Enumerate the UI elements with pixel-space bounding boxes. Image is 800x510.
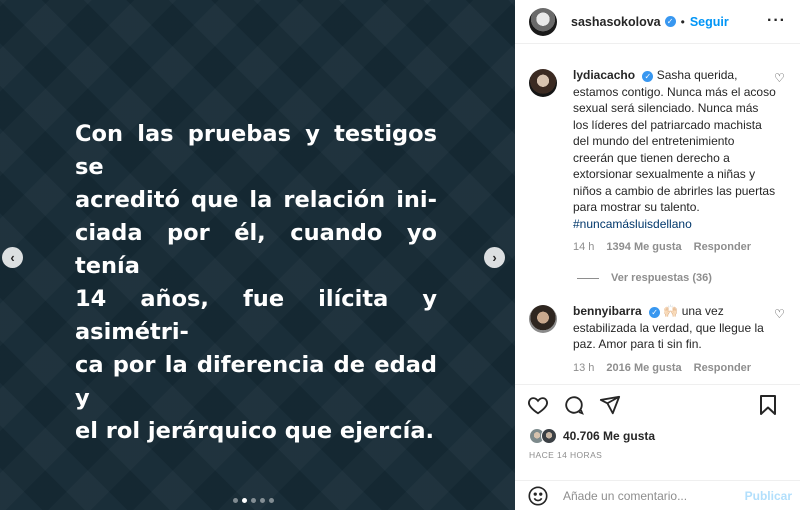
replies-divider bbox=[577, 277, 599, 279]
post-side-panel: sashasokolova ✓ • Seguir ··· lydiacacho … bbox=[515, 0, 800, 510]
post-image: Con las pruebas y testigos se acreditó q… bbox=[0, 0, 515, 510]
carousel-indicator bbox=[233, 498, 274, 503]
post-header: sashasokolova ✓ • Seguir ··· bbox=[515, 0, 800, 44]
follow-button[interactable]: Seguir bbox=[690, 15, 729, 29]
comment-composer: Publicar bbox=[515, 480, 800, 510]
carousel-dot bbox=[269, 498, 274, 503]
reply-button[interactable]: Responder bbox=[694, 362, 751, 374]
previous-slide-button[interactable]: ‹ bbox=[2, 247, 23, 268]
chevron-right-icon: › bbox=[492, 250, 497, 265]
post-text-line: ciada por él, cuando yo tenía bbox=[75, 220, 437, 279]
post-text-line: ca por la diferencia de edad y bbox=[75, 352, 437, 411]
chevron-left-icon: ‹ bbox=[10, 250, 15, 265]
likes-count[interactable]: 40.706 Me gusta bbox=[563, 429, 655, 443]
like-comment-heart-icon[interactable]: ♡ bbox=[774, 72, 786, 84]
commenter-username[interactable]: bennyibarra bbox=[573, 304, 642, 318]
comment-content: Sasha querida, estamos contigo. Nunca má… bbox=[573, 68, 776, 214]
share-paper-plane-icon[interactable] bbox=[599, 394, 621, 416]
comment-hashtag[interactable]: #nuncamásluisdellano bbox=[573, 217, 692, 231]
comment-time[interactable]: 13 h bbox=[573, 362, 594, 374]
post-quote-text: Con las pruebas y testigos se acreditó q… bbox=[75, 118, 437, 448]
carousel-dot-active bbox=[242, 498, 247, 503]
like-heart-icon[interactable] bbox=[527, 394, 549, 416]
carousel-dot bbox=[251, 498, 256, 503]
header-separator: • bbox=[680, 14, 685, 29]
liker-avatars bbox=[529, 428, 557, 444]
comment-time[interactable]: 14 h bbox=[573, 241, 594, 253]
verified-badge-icon: ✓ bbox=[642, 71, 654, 82]
comment-meta: 13 h 2016 Me gusta Responder bbox=[573, 362, 777, 374]
owner-avatar[interactable] bbox=[529, 7, 557, 36]
comment-likes[interactable]: 2016 Me gusta bbox=[606, 362, 681, 374]
comment-body: lydiacacho ✓ Sasha querida, estamos cont… bbox=[573, 67, 777, 253]
view-replies-label: Ver respuestas (36) bbox=[611, 272, 712, 284]
comment-bubble-icon[interactable] bbox=[563, 394, 585, 416]
post-actions bbox=[515, 385, 800, 425]
more-options-icon[interactable]: ··· bbox=[767, 12, 786, 30]
carousel-dot bbox=[233, 498, 238, 503]
carousel-dot bbox=[260, 498, 265, 503]
post-text-line: Con las pruebas y testigos se bbox=[75, 121, 437, 180]
post-time-ago[interactable]: HACE 14 HORAS bbox=[515, 450, 800, 460]
like-comment-heart-icon[interactable]: ♡ bbox=[774, 308, 786, 320]
commenter-username[interactable]: lydiacacho bbox=[573, 68, 635, 82]
comments-list: lydiacacho ✓ Sasha querida, estamos cont… bbox=[515, 44, 800, 385]
verified-badge-icon: ✓ bbox=[649, 307, 661, 318]
verified-badge-icon: ✓ bbox=[664, 16, 676, 27]
likes-summary[interactable]: 40.706 Me gusta bbox=[515, 425, 800, 447]
comment-body: bennyibarra ✓ 🙌🏻 una vez estabilizada la… bbox=[573, 303, 777, 374]
comment-likes[interactable]: 1394 Me gusta bbox=[606, 241, 681, 253]
comment-text: bennyibarra ✓ 🙌🏻 una vez estabilizada la… bbox=[573, 303, 777, 353]
owner-username[interactable]: sashasokolova bbox=[571, 15, 661, 29]
comment-text: lydiacacho ✓ Sasha querida, estamos cont… bbox=[573, 67, 777, 232]
comment-item: bennyibarra ✓ 🙌🏻 una vez estabilizada la… bbox=[529, 303, 786, 374]
comment-emoji: 🙌🏻 bbox=[663, 304, 679, 318]
post-text-line: el rol jerárquico que ejercía. bbox=[75, 418, 435, 444]
commenter-avatar[interactable] bbox=[529, 69, 557, 97]
post-text-line: 14 años, fue ilícita y asimétri- bbox=[75, 286, 437, 345]
next-slide-button[interactable]: › bbox=[484, 247, 505, 268]
post-text-line: acreditó que la relación ini- bbox=[75, 187, 437, 213]
comment-meta: 14 h 1394 Me gusta Responder bbox=[573, 241, 777, 253]
publish-button[interactable]: Publicar bbox=[745, 489, 792, 503]
save-bookmark-icon[interactable] bbox=[758, 394, 778, 416]
commenter-avatar[interactable] bbox=[529, 305, 557, 333]
comment-item: lydiacacho ✓ Sasha querida, estamos cont… bbox=[529, 67, 786, 253]
emoji-smiley-icon[interactable] bbox=[527, 485, 549, 507]
view-replies-button[interactable]: Ver respuestas (36) bbox=[577, 272, 786, 284]
reply-button[interactable]: Responder bbox=[694, 241, 751, 253]
liker-avatar bbox=[541, 428, 557, 444]
comment-input[interactable] bbox=[563, 488, 733, 503]
